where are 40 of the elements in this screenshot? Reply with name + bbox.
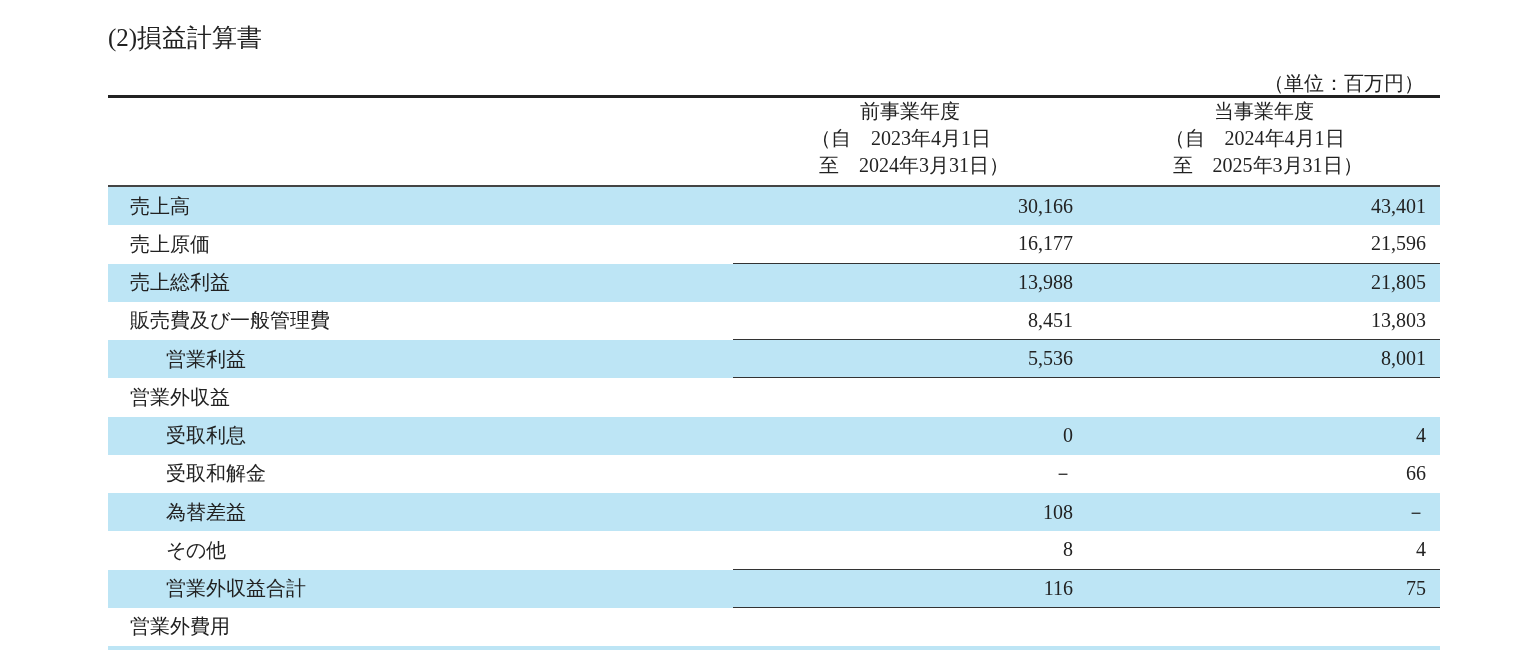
table-cell: 66	[1406, 462, 1426, 486]
row-label: 受取和解金	[166, 461, 266, 487]
unit-label: （単位：百万円）	[1264, 71, 1424, 95]
column-header: 前事業年度	[860, 99, 960, 124]
table-cell: 13,988	[1018, 271, 1073, 295]
row-label: 売上高	[130, 193, 190, 219]
row-label: 営業利益	[166, 346, 246, 372]
table-cell: 116	[1043, 576, 1073, 600]
table-cell: 0	[1063, 424, 1073, 448]
row-label: 売上総利益	[130, 270, 230, 296]
row-label: 営業外費用	[130, 614, 230, 640]
table-cell: 4	[1416, 424, 1426, 448]
table-cell: 8,451	[1028, 308, 1073, 332]
column-header: 至 2024年3月31日）	[818, 153, 1009, 178]
column-header: （自 2024年4月1日	[1164, 126, 1346, 151]
table-cell: 16,177	[1018, 232, 1073, 256]
table-cell: 5,536	[1028, 347, 1073, 371]
row-label: 販売費及び一般管理費	[130, 308, 330, 334]
table-cell: 13,803	[1371, 308, 1426, 332]
table-cell-text: －	[1053, 461, 1073, 487]
table-cell: 108	[1043, 500, 1073, 524]
table-cell: 8,001	[1381, 347, 1426, 371]
table-cell: 30,166	[1018, 194, 1073, 218]
column-header: 当事業年度	[1213, 99, 1314, 124]
row-label: その他	[166, 537, 226, 563]
table-cell: 8	[1063, 538, 1073, 562]
row-label: 受取利息	[166, 423, 246, 449]
table-cell: 21,805	[1371, 271, 1426, 295]
table-cell: 21,596	[1371, 232, 1426, 256]
table-cell: 4	[1416, 538, 1426, 562]
row-label: 営業外収益合計	[166, 576, 306, 602]
column-header: （自 2023年4月1日	[811, 126, 992, 151]
column-header: 至 2025年3月31日）	[1171, 153, 1363, 178]
statement-title: (2)損益計算書	[108, 23, 264, 54]
row-label: 営業外収益	[130, 384, 230, 410]
table-cell-text: －	[1406, 499, 1426, 525]
row-label: 為替差益	[166, 499, 246, 525]
row-label: 売上原価	[130, 231, 210, 257]
table-cell: 75	[1406, 576, 1426, 600]
table-cell: 43,401	[1371, 194, 1426, 218]
